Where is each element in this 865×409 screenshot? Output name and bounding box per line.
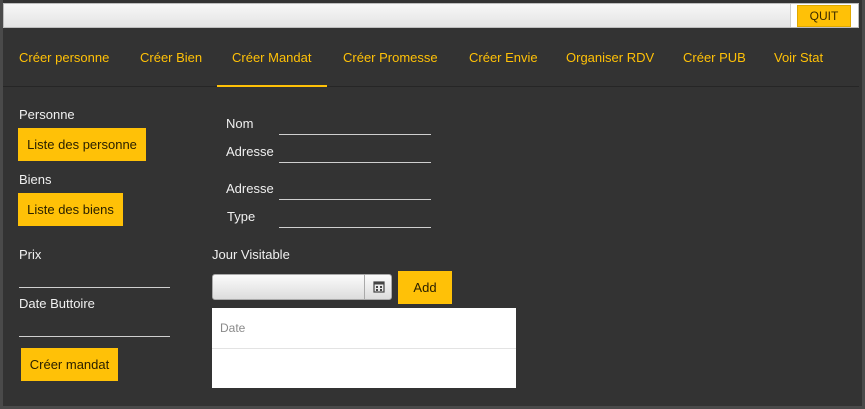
creer-mandat-button[interactable]: Créer mandat [21, 348, 118, 381]
liste-personne-button[interactable]: Liste des personne [18, 128, 146, 161]
tab-voir-stat[interactable]: Voir Stat [774, 28, 823, 87]
tab-creer-promesse[interactable]: Créer Promesse [343, 28, 438, 87]
adresse-bien-input[interactable] [279, 178, 431, 200]
tab-bar: Créer personne Créer Bien Créer Mandat C… [3, 28, 859, 87]
visit-date-input[interactable] [213, 275, 365, 299]
jour-visitable-label: Jour Visitable [212, 247, 290, 262]
prix-label: Prix [19, 247, 42, 262]
add-button[interactable]: Add [398, 271, 452, 304]
personne-label: Personne [19, 107, 75, 122]
type-label: Type [227, 209, 256, 224]
visit-dates-table: Date [212, 308, 516, 388]
liste-biens-button[interactable]: Liste des biens [18, 193, 123, 226]
prix-input[interactable] [19, 266, 170, 288]
nom-input[interactable] [279, 113, 431, 135]
tab-creer-envie[interactable]: Créer Envie [469, 28, 538, 87]
adresse-label: Adresse [226, 144, 274, 159]
quit-button[interactable]: QUIT [797, 5, 851, 27]
adresse-input[interactable] [279, 141, 431, 163]
tab-organiser-rdv[interactable]: Organiser RDV [566, 28, 654, 87]
nom-label: Nom [226, 116, 254, 131]
calendar-button[interactable] [364, 275, 391, 299]
tab-creer-mandat[interactable]: Créer Mandat [216, 28, 329, 87]
tab-creer-bien[interactable]: Créer Bien [140, 28, 202, 87]
date-buttoire-input[interactable] [19, 315, 170, 337]
calendar-icon [373, 281, 385, 293]
top-bar: QUIT [3, 3, 859, 28]
type-input[interactable] [279, 206, 431, 228]
biens-label: Biens [19, 172, 52, 187]
tab-creer-personne[interactable]: Créer personne [19, 28, 109, 87]
quit-container: QUIT [790, 4, 858, 27]
table-header-date: Date [212, 308, 516, 349]
date-picker [212, 274, 392, 300]
date-buttoire-label: Date Buttoire [19, 296, 95, 311]
adresse-bien-label: Adresse [226, 181, 274, 196]
tab-creer-pub[interactable]: Créer PUB [683, 28, 746, 87]
